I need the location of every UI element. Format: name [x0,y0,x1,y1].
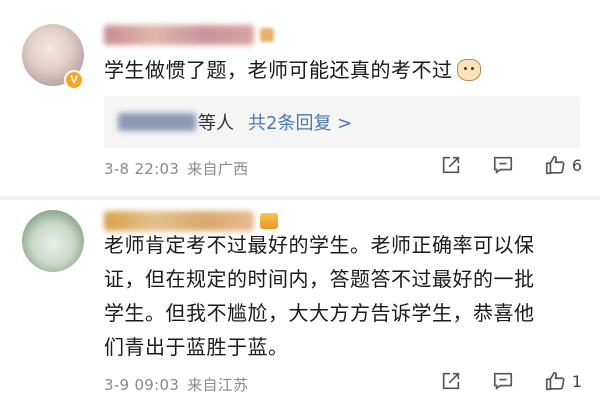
comment-text-line: 学生。但我不尴尬，大大方方告诉学生，恭喜他 [104,301,535,325]
comment-item: V 学生做惯了题，老师可能还真的考不过 等人 共2条回复 > 3-8 22:03… [0,0,600,195]
share-button[interactable] [440,370,462,392]
comment-button[interactable] [492,370,514,392]
share-button[interactable] [440,154,462,176]
reply-suffix: 等人 [198,113,234,134]
like-button[interactable]: 6 [544,154,582,176]
comment-actions: 6 [410,154,582,176]
comment-text: 学生做惯了题，老师可能还真的考不过 [104,53,481,87]
comment-text-line: 老师肯定考不过最好的学生。老师正确率可以保 [104,233,535,257]
crown-icon [260,213,278,229]
cat-face-icon [456,59,481,81]
user-avatar[interactable] [22,210,84,272]
thumbs-up-icon [545,371,565,391]
share-icon [442,156,459,174]
comment-button[interactable] [492,154,514,176]
blurred-name [104,25,254,45]
comment-meta: 3-8 22:03 来自广西 [104,158,248,179]
like-count: 6 [571,155,582,175]
comment-meta: 3-9 09:03 来自江苏 [104,374,248,395]
thumbs-up-icon [545,155,565,175]
comment-icon [493,372,512,390]
like-button[interactable]: 1 [544,370,582,392]
comment-location: 来自江苏 [187,376,249,394]
like-count: 1 [571,371,582,391]
badge-icon [260,28,274,42]
comment-time: 3-8 22:03 [104,160,180,178]
blurred-reply-names [118,113,196,131]
reply-summary[interactable]: 等人 共2条回复 > [104,96,580,148]
username-blurred[interactable] [104,24,274,46]
comment-actions: 1 [410,370,582,392]
verified-badge-icon: V [64,70,84,90]
comment-text-line: 证，但在规定的时间内，答题答不过最好的一批 [104,267,535,291]
share-icon [442,372,459,390]
comment-text: 老师肯定考不过最好的学生。老师正确率可以保 证，但在规定的时间内，答题答不过最好… [104,228,584,364]
view-replies-link[interactable]: 共2条回复 > [248,109,352,135]
comment-text-line: 们青出于蓝胜于蓝。 [104,335,289,359]
comment-time: 3-9 09:03 [104,376,180,394]
comment-location: 来自广西 [187,160,249,178]
comment-icon [493,156,512,174]
